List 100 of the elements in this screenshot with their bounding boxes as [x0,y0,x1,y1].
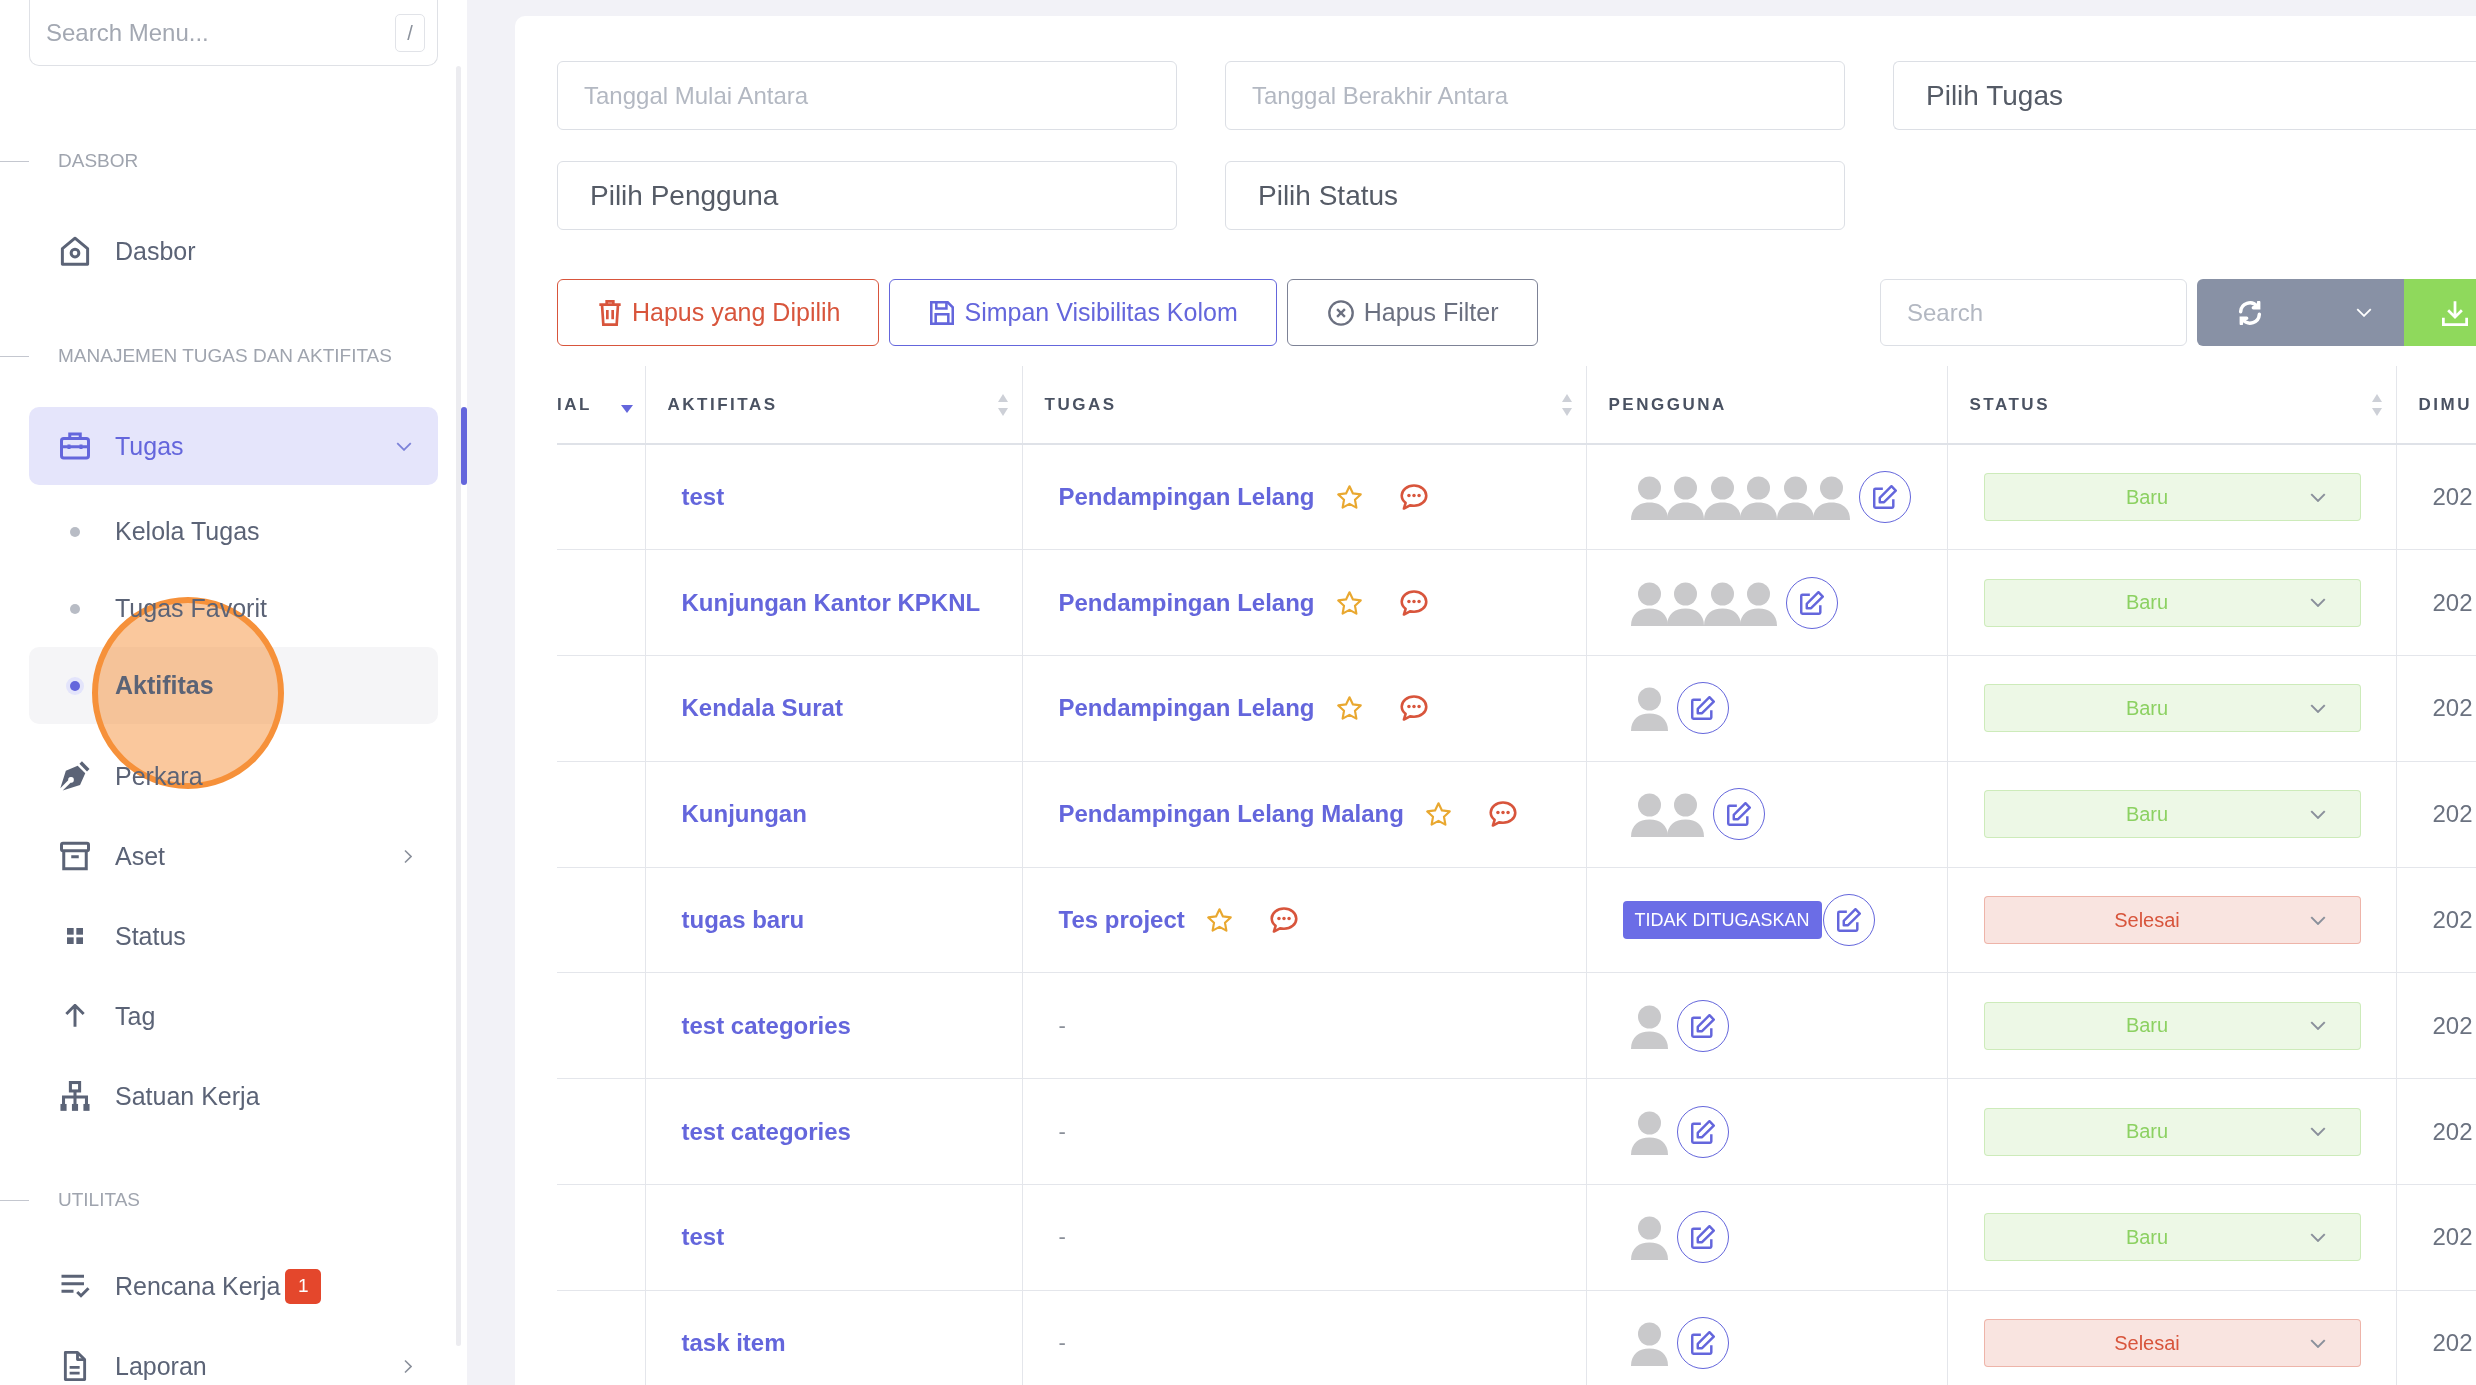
chevron-down-icon [2309,915,2326,925]
status-select[interactable]: Selesai [1983,1319,2361,1368]
chevron-down-icon [2309,704,2326,713]
refresh-icon [2238,300,2262,325]
home-icon [60,236,90,266]
avatar-icon [1666,791,1705,838]
bullet-icon [70,680,80,691]
nav-subitem[interactable]: Aktifitas [29,647,438,724]
task-link[interactable]: Tes project [1058,906,1185,935]
cell-text: 202 [2432,906,2473,934]
column-header[interactable]: TUGAS [1044,394,1117,415]
nav-item[interactable]: Aset [29,817,438,895]
activity-link[interactable]: test categories [681,1117,851,1145]
column-header[interactable]: STATUS [1969,394,2050,415]
nav-item[interactable]: Dasbor [29,212,438,290]
edit-icon [1690,1013,1715,1038]
chevron-down-icon [2309,598,2326,608]
chevron-down-icon [2309,492,2326,502]
cell-text: 202 [2432,694,2473,722]
comment-icon[interactable] [1399,484,1428,511]
star-icon[interactable] [1336,696,1362,721]
task-link[interactable]: Pendampingan Lelang [1058,694,1315,723]
column-header[interactable]: IAL [557,394,592,415]
chevron-down-icon [2309,1232,2326,1242]
star-icon[interactable] [1336,590,1362,615]
chevron-down-icon [2309,809,2326,819]
empty-value: - [1058,1118,1066,1144]
avatar-icon [1629,791,1669,838]
nav-subitem[interactable]: Kelola Tugas [29,493,438,570]
star-icon[interactable] [1425,802,1451,827]
save-columns-button[interactable]: Simpan Visibilitas Kolom [889,279,1277,346]
activity-link[interactable]: Kunjungan Kantor KPKNL [681,588,981,616]
chevron-down-icon [2309,1127,2326,1137]
comment-icon[interactable] [1399,589,1428,616]
edit-button[interactable] [1822,894,1875,947]
chevron-down-icon [2309,1021,2326,1031]
cell-text: 202 [2432,1011,2473,1039]
shortcut-key: / [395,14,425,52]
column-header[interactable]: AKTIFITAS [667,394,778,415]
avatar-icon [1702,474,1742,521]
briefcase-icon [60,431,90,461]
sitemap-icon [60,1081,90,1111]
cell-text: 202 [2432,588,2473,616]
section-heading: UTILITAS [58,1189,140,1211]
empty-value: - [1058,1224,1066,1250]
nav-item[interactable]: Status [29,897,438,975]
edit-button[interactable] [1713,788,1765,841]
edit-icon [1873,485,1897,510]
date-field[interactable]: Tanggal Berakhir Antara [1225,61,1845,130]
column-header[interactable]: PENGGUNA [1608,394,1727,415]
scrollbar[interactable] [456,66,461,1346]
refresh-button[interactable] [2197,279,2303,346]
date-field[interactable]: Tanggal Mulai Antara [557,61,1177,130]
comment-icon[interactable] [1269,907,1298,934]
activity-link[interactable]: task item [681,1329,786,1357]
task-link[interactable]: Pendampingan Lelang [1058,588,1315,617]
count-badge: 1 [285,1268,322,1304]
search-field[interactable]: Search [1880,279,2187,346]
comment-icon[interactable] [1399,695,1428,722]
activity-link[interactable]: Kunjungan [681,800,807,828]
activity-link[interactable]: Kendala Surat [681,694,843,722]
arrow-up-icon [65,1004,85,1028]
edit-icon [1690,1331,1715,1356]
nav-item[interactable]: Satuan Kerja [29,1057,438,1135]
delete-selected-button[interactable]: Hapus yang Dipilih [557,279,880,346]
edit-icon [1836,908,1861,933]
select-field[interactable]: Pilih Pengguna [557,161,1177,230]
nav-subitem[interactable]: Tugas Favorit [29,570,438,647]
nav-item[interactable]: Rencana Kerja 1 [29,1247,438,1325]
pen-nib-icon [60,761,90,791]
task-link[interactable]: Pendampingan Lelang [1058,483,1315,512]
activity-link[interactable]: tugas baru [681,906,805,934]
avatar-icon [1629,474,1669,521]
unassigned-badge: TIDAK DITUGASKAN [1622,901,1822,940]
download-icon [2442,299,2468,326]
star-icon[interactable] [1206,908,1232,933]
select-field[interactable]: Pilih Status [1225,161,1845,230]
nav-item[interactable]: Tag [29,977,438,1055]
avatar-icon [1629,1214,1669,1261]
avatar-icon [1812,474,1851,521]
nav-item[interactable]: Laporan [29,1327,438,1385]
avatar-icon [1739,474,1778,521]
status-select[interactable]: Selesai [1983,896,2361,945]
comment-icon[interactable] [1488,801,1517,828]
star-icon[interactable] [1336,485,1362,510]
task-link[interactable]: Pendampingan Lelang Malang [1058,800,1404,829]
column-header[interactable]: DIMU [2418,394,2472,415]
cell-text: 202 [2432,1223,2473,1251]
activity-link[interactable]: test categories [681,1011,851,1039]
nav-item[interactable]: Tugas [29,407,438,485]
clear-filter-button[interactable]: Hapus Filter [1286,279,1538,346]
edit-button[interactable] [1786,576,1838,629]
activity-link[interactable]: test [681,1223,725,1251]
cell-text: 202 [2432,1329,2473,1357]
cell-text: 202 [2432,800,2473,828]
select-field[interactable]: Pilih Tugas [1893,61,2476,130]
edit-button[interactable] [1859,471,1911,524]
activity-link[interactable]: test [681,483,725,511]
edit-icon [1800,590,1824,615]
edit-icon [1690,696,1715,721]
